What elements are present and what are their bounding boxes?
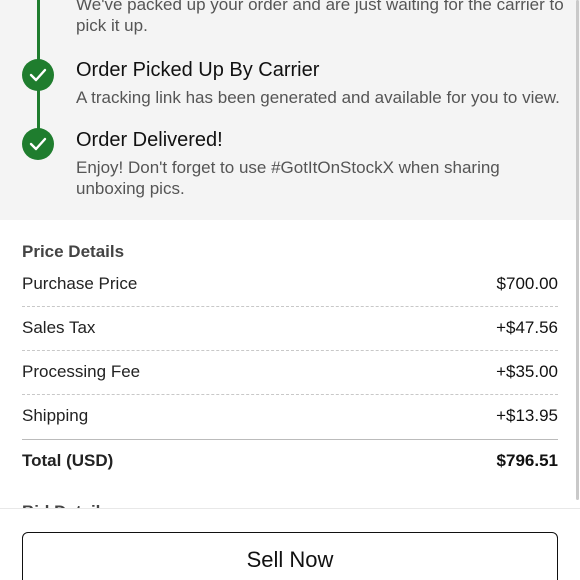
sell-now-button[interactable]: Sell Now bbox=[22, 532, 558, 580]
step-description: unboxing pics. bbox=[76, 179, 185, 198]
check-icon bbox=[22, 128, 54, 160]
timeline-step-delivered: Order Delivered! Enjoy! Don't forget to … bbox=[76, 128, 566, 199]
total-value: $796.51 bbox=[496, 451, 558, 470]
timeline-connector bbox=[37, 0, 40, 68]
price-row-processing-fee: Processing Fee +$35.00 bbox=[22, 350, 558, 394]
timeline-step-picked-up: Order Picked Up By Carrier A tracking li… bbox=[76, 58, 566, 108]
step-description: Enjoy! Don't forget to use #GotItOnStock… bbox=[76, 158, 500, 177]
price-row-shipping: Shipping +$13.95 bbox=[22, 394, 558, 438]
row-label: Sales Tax bbox=[22, 318, 96, 337]
bottom-action-bar: Sell Now bbox=[0, 508, 580, 580]
step-description: We've packed up your order and are just … bbox=[76, 0, 564, 14]
price-row-sales-tax: Sales Tax +$47.56 bbox=[22, 306, 558, 350]
row-value: +$35.00 bbox=[496, 362, 558, 381]
row-label: Purchase Price bbox=[22, 274, 138, 293]
total-label: Total (USD) bbox=[22, 451, 114, 470]
row-value: +$47.56 bbox=[496, 318, 558, 337]
price-details-title: Price Details bbox=[22, 242, 125, 261]
step-description: A tracking link has been generated and a… bbox=[76, 88, 560, 107]
price-row-purchase: Purchase Price $700.00 bbox=[22, 262, 558, 306]
check-icon bbox=[22, 59, 54, 91]
timeline-step-packed: We've packed up your order and are just … bbox=[76, 0, 566, 36]
step-description: pick it up. bbox=[76, 16, 148, 35]
row-value: +$13.95 bbox=[496, 406, 558, 425]
row-value: $700.00 bbox=[496, 274, 558, 293]
step-title: Order Delivered! bbox=[76, 129, 223, 151]
order-status-timeline: We've packed up your order and are just … bbox=[0, 0, 580, 220]
row-label: Processing Fee bbox=[22, 362, 141, 381]
row-label: Shipping bbox=[22, 406, 89, 425]
step-title: Order Picked Up By Carrier bbox=[76, 59, 320, 81]
scrollbar[interactable] bbox=[576, 0, 579, 500]
price-row-total: Total (USD) $796.51 bbox=[22, 439, 558, 483]
